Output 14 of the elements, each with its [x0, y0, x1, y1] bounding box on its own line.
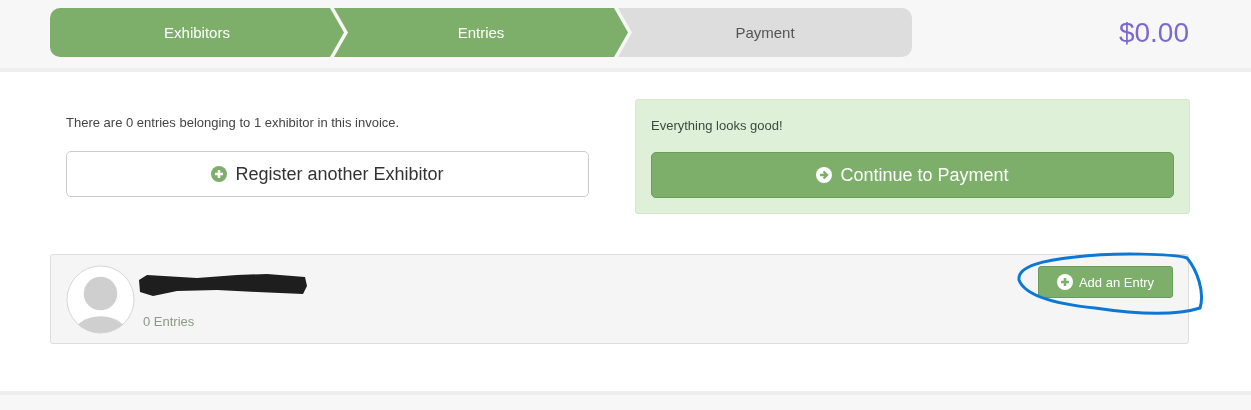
register-exhibitor-button[interactable]: Register another Exhibitor: [66, 151, 589, 197]
continue-to-payment-button[interactable]: Continue to Payment: [651, 152, 1174, 198]
progress-step: Payment: [618, 8, 912, 57]
add-entry-button[interactable]: Add an Entry: [1038, 266, 1173, 298]
entry-count: 0 Entries: [143, 314, 196, 329]
arrow-right-circle-icon: [816, 167, 833, 183]
progress-step: Exhibitors: [50, 8, 344, 57]
invoice-summary: There are 0 entries belonging to 1 exhibitor in this invoice.: [66, 115, 401, 130]
progress-step: Entries: [334, 8, 628, 57]
plus-circle-icon: [211, 166, 228, 182]
status-message: Everything looks good!: [651, 118, 784, 133]
plus-circle-icon: [1056, 274, 1073, 290]
avatar-icon: [66, 265, 135, 334]
invoice-total: $0.00: [1118, 17, 1189, 49]
